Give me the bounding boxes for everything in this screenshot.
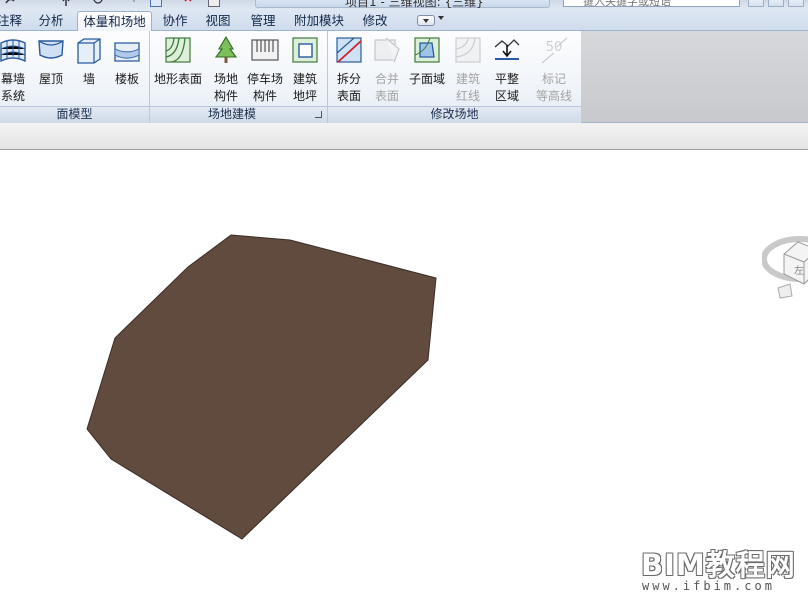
- building-pad-icon: [292, 37, 318, 63]
- tab-analyze[interactable]: 分析: [35, 11, 67, 31]
- property-line-button[interactable]: 建筑 红线: [450, 33, 486, 105]
- label-contours-button[interactable]: 50 标记 等高线: [531, 33, 577, 105]
- split-surface-icon: [336, 37, 362, 63]
- site-component-tree-icon: [214, 35, 238, 63]
- chevron-down-icon[interactable]: [438, 16, 444, 20]
- watermark-url: www.ifbim.com: [642, 579, 775, 593]
- ribbon-empty-area: 50 标记 等高线: [536, 31, 808, 123]
- graded-region-label: 平整 区域: [494, 72, 519, 103]
- ribbon-minimize-toggle[interactable]: [417, 15, 435, 26]
- panel-title-modify-site: 修改场地: [430, 107, 479, 121]
- floor-by-face-label: 楼板: [114, 72, 139, 86]
- site-component-button[interactable]: 场地 构件: [206, 33, 246, 105]
- viewcube-face-label: 左: [794, 266, 804, 277]
- label-contours-icon: 50: [541, 37, 568, 64]
- tab-annotate[interactable]: 注释: [0, 11, 22, 31]
- parking-component-icon: [251, 39, 279, 61]
- property-line-label: 建筑 红线: [455, 72, 480, 103]
- default-3d-view-icon[interactable]: [150, 0, 162, 7]
- tab-collaborate[interactable]: 协作: [160, 11, 190, 31]
- wall-by-face-label: 墙: [82, 72, 95, 86]
- minimize-button[interactable]: [748, 0, 764, 7]
- tab-add-ins[interactable]: 附加模块: [293, 11, 345, 31]
- floor-by-face-button[interactable]: 楼板: [110, 33, 144, 105]
- roof-by-face-button[interactable]: 屋顶: [34, 33, 68, 105]
- panel-title-face-model: 面模型: [56, 107, 93, 121]
- search-placeholder: 键入关键字或短语: [583, 0, 671, 8]
- toposurface-icon: [165, 37, 191, 63]
- curtain-system-button[interactable]: 幕墙 系统: [0, 33, 34, 105]
- wall-by-face-button[interactable]: 墙: [72, 33, 106, 105]
- graded-region-button[interactable]: 平整 区域: [488, 33, 526, 105]
- floor-by-face-icon: [114, 42, 140, 62]
- subregion-button[interactable]: 子面域: [406, 33, 448, 105]
- tab-view[interactable]: 视图: [203, 11, 233, 31]
- watermark-logo: BIM教程网: [641, 548, 796, 582]
- toposurface[interactable]: [86, 234, 437, 540]
- toposurface-label: 地形表面: [153, 72, 202, 86]
- curtain-system-icon: [0, 39, 26, 63]
- ribbon-tabs: 注释 分析 体量和场地 协作 视图 管理 附加模块 修改: [0, 9, 808, 32]
- roof-by-face-label: 屋顶: [38, 72, 63, 86]
- merge-surfaces-icon: [374, 37, 400, 63]
- close-button[interactable]: [788, 0, 804, 7]
- window-title: 项目1 - 三维视图: {三维}: [345, 0, 484, 9]
- site-component-label: 场地 构件: [213, 72, 238, 103]
- sync-icon[interactable]: [92, 0, 104, 7]
- tab-massing-site[interactable]: 体量和场地: [77, 11, 152, 32]
- maximize-button[interactable]: [768, 0, 784, 7]
- property-line-icon: [455, 37, 481, 63]
- graded-region-icon: [494, 39, 520, 60]
- merge-surfaces-label: 合并 表面: [374, 72, 399, 103]
- title-bar: 项目1 - 三维视图: {三维} 键入关键字或短语: [0, 0, 808, 9]
- building-pad-label: 建筑 地坪: [292, 72, 317, 103]
- split-surface-label: 拆分 表面: [336, 72, 361, 103]
- tab-manage[interactable]: 管理: [248, 11, 278, 31]
- undo-icon[interactable]: [4, 0, 16, 7]
- building-pad-button[interactable]: 建筑 地坪: [287, 33, 323, 105]
- parking-component-button[interactable]: 停车场 构件: [244, 33, 286, 105]
- parking-component-label: 停车场 构件: [246, 72, 283, 103]
- toposurface-button[interactable]: 地形表面: [152, 33, 204, 105]
- subregion-label: 子面域: [408, 72, 445, 86]
- label-contours-label: 标记 等高线: [535, 72, 572, 103]
- curtain-system-label: 幕墙 系统: [0, 72, 25, 103]
- split-surface-button[interactable]: 拆分 表面: [330, 33, 368, 105]
- pin-icon[interactable]: [128, 0, 140, 7]
- site-settings-launcher-icon[interactable]: [315, 111, 323, 119]
- merge-surfaces-button[interactable]: 合并 表面: [368, 33, 406, 105]
- roof-by-face-icon: [38, 40, 64, 59]
- wall-by-face-icon: [77, 38, 101, 64]
- close-hidden-windows-icon[interactable]: [183, 0, 195, 7]
- panel-title-site-modeling: 场地建模: [207, 107, 256, 121]
- switch-windows-icon[interactable]: [208, 0, 220, 7]
- tab-modify[interactable]: 修改: [360, 11, 390, 31]
- subregion-icon: [414, 37, 440, 63]
- svg-text:50: 50: [546, 40, 563, 55]
- 3d-view-canvas[interactable]: 左 BIM教程网 www.ifbim.com: [0, 150, 808, 593]
- measure-icon[interactable]: [60, 0, 72, 7]
- options-bar: [0, 123, 808, 150]
